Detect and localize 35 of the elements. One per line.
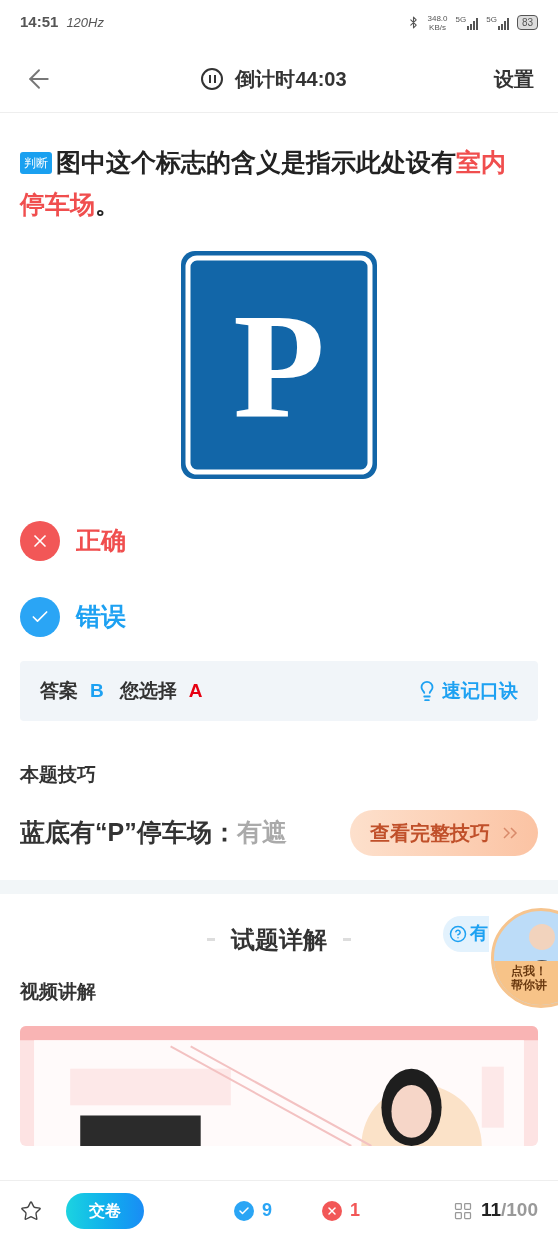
video-title: 视频讲解 xyxy=(18,979,97,1004)
tip-text: 蓝底有“P”停车场：有遮 xyxy=(20,816,287,848)
pause-icon[interactable] xyxy=(201,67,224,90)
check-icon xyxy=(234,1200,254,1221)
chosen-label: 您选择 xyxy=(119,678,177,703)
favorite-icon[interactable] xyxy=(20,1199,42,1222)
refresh-rate: 120Hz xyxy=(66,13,104,32)
answer-label: 答案 xyxy=(40,678,78,703)
correct-answer: B xyxy=(90,678,104,703)
answer-option[interactable]: 错误 xyxy=(20,597,538,637)
full-tip-button[interactable]: 查看完整技巧 xyxy=(350,809,538,856)
section-title: 试题详解 xyxy=(231,924,327,955)
mnemonic-link[interactable]: 速记口诀 xyxy=(416,676,518,706)
settings-button[interactable]: 设置 xyxy=(494,63,534,94)
help-icon xyxy=(449,924,467,943)
chevrons-icon xyxy=(502,825,518,840)
question-text: 判断 图中这个标志的含义是指示此处设有室内停车场。 xyxy=(20,147,507,220)
avatar-caption: 点我！ 帮你讲 xyxy=(494,961,558,1005)
submit-button[interactable]: 交卷 xyxy=(66,1192,144,1229)
wrong-count: 1 xyxy=(350,1199,361,1222)
answer-option[interactable]: 正确 xyxy=(20,521,538,561)
battery-indicator: 83 xyxy=(516,15,538,30)
cross-icon xyxy=(20,521,60,561)
avatar-badge[interactable]: 点我！ 帮你讲 xyxy=(491,908,558,1008)
network-speed: 348.0 KB/s xyxy=(427,13,448,32)
cross-icon xyxy=(322,1200,342,1221)
parking-sign: P xyxy=(179,249,379,481)
clock-time: 14:51 xyxy=(20,12,59,33)
correct-count: 9 xyxy=(262,1199,272,1222)
grid-icon[interactable] xyxy=(452,1200,473,1221)
help-button[interactable]: 有 xyxy=(443,915,489,952)
chosen-answer: A xyxy=(188,678,203,703)
countdown-timer: 倒计时44:03 xyxy=(235,66,347,92)
check-icon xyxy=(20,597,60,637)
tip-title: 本题技巧 xyxy=(18,763,97,787)
